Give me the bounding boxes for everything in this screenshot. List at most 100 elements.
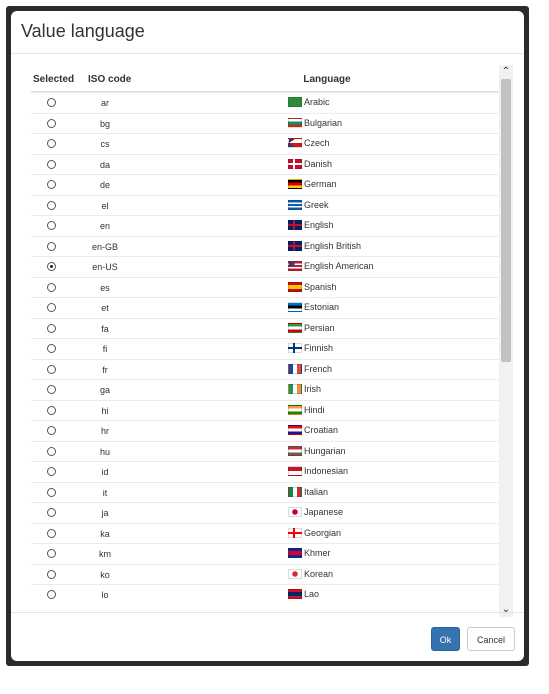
table-row[interactable]: en-US English American [31,256,499,277]
ok-button[interactable]: Ok [431,627,460,651]
table-row[interactable]: el Greek [31,194,499,216]
iso-code-cell: it [102,487,108,498]
flag-dk-icon [288,158,302,169]
language-radio[interactable] [47,159,56,169]
table-row[interactable]: it Italian [31,481,499,503]
language-radio[interactable] [47,98,56,107]
iso-code-cell: km [99,549,111,559]
table-row[interactable]: ga Irish [31,379,499,400]
language-cell: Arabic [288,97,330,107]
table-row[interactable]: da Danish [31,153,499,175]
iso-code-cell: de [99,180,110,190]
flag-cz-icon [288,138,302,148]
table-body: ar Arabic bg Bulgarian cs Czech da Danish de Germ… [31,92,499,605]
cancel-button[interactable]: Cancel [467,627,515,651]
table-row[interactable]: et Estonian [31,297,499,318]
scroll-thumb[interactable] [501,79,511,362]
scroll-up-arrow-icon[interactable]: ⌃ [499,65,513,79]
language-radio[interactable] [47,364,56,374]
table-row[interactable]: ko Korean [31,563,499,585]
iso-code-cell: cs [100,139,110,149]
language-cell: Khmer [288,548,331,558]
table-scrollbar[interactable]: ⌃ ⌄ [499,65,513,617]
language-name: Korean [304,568,334,579]
table-row[interactable]: ja Japanese [31,502,499,523]
language-name: Czech [304,138,330,148]
iso-code-cell: fi [102,344,108,354]
flag-id-icon [288,466,302,476]
language-radio[interactable] [47,569,56,579]
language-cell: Hindi [288,404,325,415]
table-row[interactable]: km Khmer [31,543,499,564]
iso-code-cell: fr [102,364,108,375]
language-name: Italian [304,486,329,497]
iso-code-cell: hr [100,426,109,436]
table-row[interactable]: de German [31,174,499,195]
language-name: Khmer [304,548,331,558]
language-name: English [304,220,334,230]
table-row[interactable]: cs Czech [31,133,499,154]
flag-ir-icon [288,322,302,333]
language-cell: English American [288,261,374,271]
language-name: Lao [304,589,320,599]
language-radio[interactable] [47,180,56,189]
table-row[interactable]: hr Croatian [31,420,499,441]
table-row[interactable]: bg Bulgarian [31,112,499,134]
language-radio[interactable] [47,139,56,148]
language-radio[interactable] [47,118,56,128]
language-radio[interactable] [47,241,56,251]
language-radio[interactable] [47,446,56,456]
language-radio[interactable] [47,282,56,292]
language-radio[interactable] [47,508,56,517]
iso-code-cell: ko [100,569,110,580]
language-radio[interactable] [47,200,56,210]
language-radio[interactable] [47,590,56,599]
flag-kh-icon [288,548,302,558]
table-row[interactable]: es Spanish [31,276,499,298]
language-radio[interactable] [47,467,56,476]
table-row[interactable]: lo Lao [31,584,499,605]
flag-hr-icon [288,425,302,435]
language-cell: Italian [288,486,329,497]
language-name: Estonian [304,302,340,312]
language-cell: Spanish [288,281,337,292]
flag-gb-icon [288,220,302,230]
language-radio[interactable] [47,385,56,394]
language-cell: Japanese [288,507,343,517]
table-row[interactable]: fa Persian [31,317,499,339]
language-radio[interactable] [47,549,56,558]
iso-code-cell: lo [101,590,109,600]
table-row[interactable]: en English [31,215,499,236]
table-row[interactable]: fi Finnish [31,338,499,359]
language-cell: Croatian [288,425,338,435]
language-cell: English [288,220,334,230]
iso-code-cell: bg [99,118,110,129]
flag-sa-icon [288,97,302,107]
language-name: Spanish [304,281,337,292]
flag-hu-icon [288,445,302,456]
table-row[interactable]: en-GB English British [31,235,499,257]
table-row[interactable]: ka Georgian [31,522,499,544]
language-radio[interactable] [47,262,56,271]
language-radio[interactable] [47,221,56,230]
flag-ge-icon [288,527,302,538]
language-radio[interactable] [47,487,56,497]
language-name: Indonesian [304,466,349,476]
table-row[interactable]: fr French [31,358,499,380]
language-cell: Estonian [288,302,339,312]
language-radio[interactable] [47,323,56,333]
language-cell: Korean [288,568,334,579]
table-row[interactable]: id Indonesian [31,461,499,482]
language-radio[interactable] [47,426,56,435]
language-radio[interactable] [47,405,56,415]
table-row[interactable]: hu Hungarian [31,440,499,462]
language-radio[interactable] [47,303,56,312]
language-cell: Irish [288,384,321,394]
table-row[interactable]: ar Arabic [31,92,499,113]
language-radio[interactable] [47,344,56,353]
flag-fi-icon [288,343,302,353]
iso-code-cell: en-GB [91,241,118,252]
language-radio[interactable] [47,528,56,538]
table-row[interactable]: hi Hindi [31,399,499,421]
iso-code-cell: hi [101,405,109,416]
